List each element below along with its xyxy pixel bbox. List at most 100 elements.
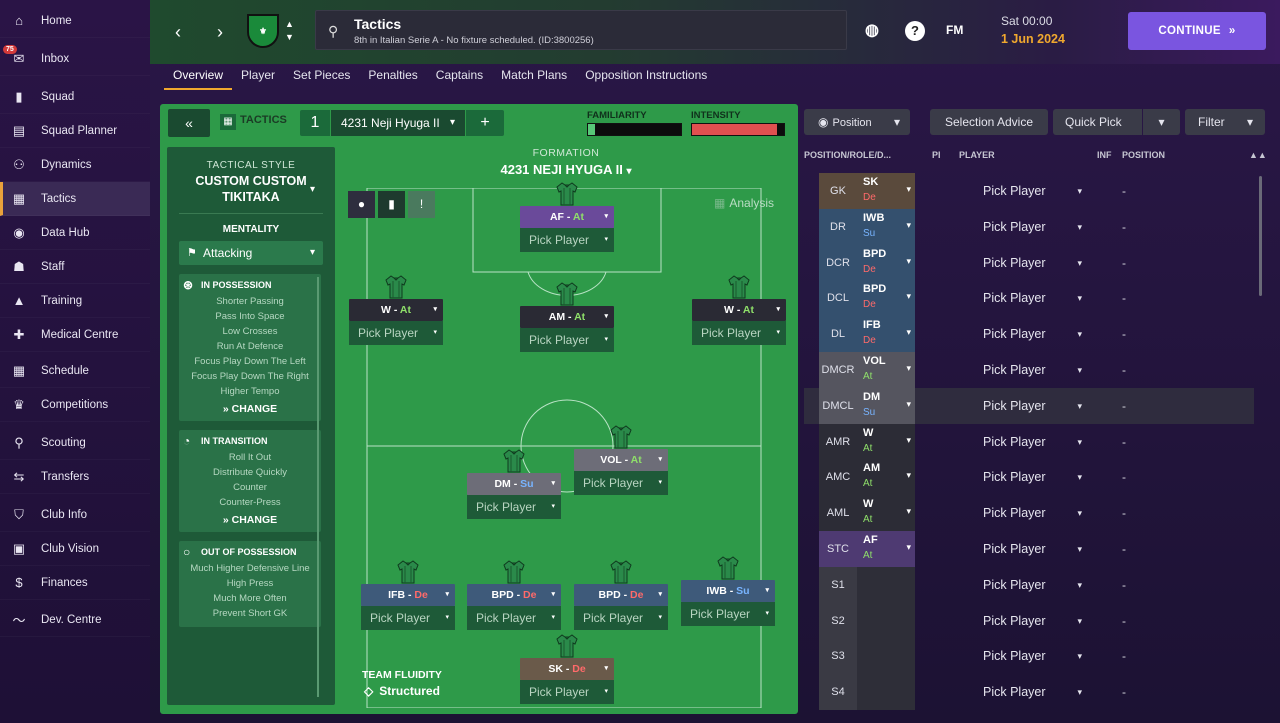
role-duty-select[interactable]: DM Su ▾ [857, 387, 915, 424]
player-slot[interactable]: AF - At ▾ Pick Player ▾ [520, 182, 614, 252]
pick-player-select[interactable]: Pick Player ▾ [574, 471, 668, 495]
table-row[interactable]: DR IWB Su ▾ Pick Player ▾ - [804, 208, 1254, 245]
quick-pick-menu-icon[interactable]: ▾ [1143, 109, 1180, 135]
forward-arrow-icon[interactable]: › [210, 20, 230, 44]
pick-player-select[interactable]: Pick Player ▾ [467, 495, 561, 519]
sidebar-item-data-hub[interactable]: ◉ Data Hub [0, 216, 150, 250]
player-slot[interactable]: IFB - De ▾ Pick Player ▾ [361, 560, 455, 630]
sidebar-item-transfers[interactable]: ⇆ Transfers [0, 460, 150, 494]
table-row[interactable]: DL IFB De ▾ Pick Player ▾ - [804, 316, 1254, 353]
pick-player-select[interactable]: Pick Player ▾ [983, 209, 1088, 245]
table-row[interactable]: DCR BPD De ▾ Pick Player ▾ - [804, 244, 1254, 281]
role-duty-select[interactable]: DM - Su ▾ [467, 473, 561, 495]
pick-player-select[interactable]: Pick Player ▾ [467, 606, 561, 630]
role-duty-select[interactable]: AM - At ▾ [520, 306, 614, 328]
pick-player-select[interactable]: Pick Player ▾ [692, 321, 786, 345]
pick-player-select[interactable]: Pick Player ▾ [983, 245, 1088, 281]
role-duty-select[interactable]: AF At ▾ [857, 531, 915, 567]
player-slot[interactable]: SK - De ▾ Pick Player ▾ [520, 634, 614, 704]
club-crest-icon[interactable]: ⚜ [247, 14, 279, 48]
continue-button[interactable]: CONTINUE » [1128, 12, 1266, 50]
pick-player-select[interactable]: Pick Player ▾ [520, 680, 614, 704]
list-scrollbar[interactable] [1259, 176, 1262, 296]
pick-player-select[interactable]: Pick Player ▾ [983, 352, 1088, 388]
sidebar-item-medical-centre[interactable]: ✚ Medical Centre [0, 318, 150, 352]
role-duty-select[interactable]: VOL At ▾ [857, 352, 915, 388]
player-slot[interactable]: IWB - Su ▾ Pick Player ▾ [681, 556, 775, 626]
table-row[interactable]: STC AF At ▾ Pick Player ▾ - [804, 531, 1254, 567]
help-icon[interactable]: ? [905, 21, 925, 41]
selection-advice-button[interactable]: Selection Advice [930, 109, 1048, 135]
role-duty-select[interactable]: BPD - De ▾ [574, 584, 668, 606]
role-duty-select[interactable]: VOL - At ▾ [574, 449, 668, 471]
sidebar-item-tactics[interactable]: ▦ Tactics [0, 182, 150, 216]
role-duty-select[interactable]: W At ▾ [857, 423, 915, 460]
sidebar-item-club-info[interactable]: ⛉ Club Info [0, 498, 150, 532]
role-duty-select[interactable]: W - At ▾ [692, 299, 786, 321]
sidebar-item-squad[interactable]: ▮ Squad [0, 80, 150, 114]
pick-player-select[interactable]: Pick Player ▾ [574, 606, 668, 630]
player-slot[interactable]: VOL - At ▾ Pick Player ▾ [574, 425, 668, 495]
table-row[interactable]: GK SK De ▾ Pick Player ▾ - [804, 173, 1254, 209]
chevron-down-icon[interactable]: ▾ [310, 184, 315, 195]
back-arrow-icon[interactable]: ‹ [168, 20, 188, 44]
bar-chart-icon[interactable]: ▮ [378, 191, 405, 218]
tab-overview[interactable]: Overview [164, 64, 233, 90]
player-slot[interactable]: W - At ▾ Pick Player ▾ [349, 275, 443, 345]
style-scrollbar[interactable] [317, 277, 319, 697]
sidebar-item-club-vision[interactable]: ▣ Club Vision [0, 532, 150, 566]
role-duty-select[interactable]: SK - De ▾ [520, 658, 614, 680]
pick-player-select[interactable]: Pick Player ▾ [983, 495, 1088, 531]
pick-player-select[interactable]: Pick Player ▾ [983, 173, 1088, 209]
role-duty-select[interactable]: BPD De ▾ [857, 280, 915, 317]
role-duty-select[interactable]: SK De ▾ [857, 173, 915, 209]
table-row[interactable]: DCL BPD De ▾ Pick Player ▾ - [804, 280, 1254, 317]
role-duty-select[interactable]: AF - At ▾ [520, 206, 614, 228]
pick-player-select[interactable]: Pick Player ▾ [681, 602, 775, 626]
date-display[interactable]: Sat 00:00 1 Jun 2024 [985, 12, 1115, 52]
role-duty-select[interactable]: IFB De ▾ [857, 316, 915, 353]
pick-player-select[interactable]: Pick Player ▾ [983, 531, 1088, 567]
add-tactic-button[interactable]: + [466, 110, 504, 136]
player-slot[interactable]: AM - At ▾ Pick Player ▾ [520, 282, 614, 352]
change-in-possession-button[interactable]: » CHANGE [179, 403, 321, 415]
player-slot[interactable]: BPD - De ▾ Pick Player ▾ [574, 560, 668, 630]
table-row[interactable]: AMR W At ▾ Pick Player ▾ - [804, 423, 1254, 460]
table-row[interactable]: S4 Pick Player ▾ - [804, 674, 1254, 711]
role-duty-select[interactable]: W At ▾ [857, 495, 915, 532]
col-position[interactable]: POSITION [1122, 150, 1165, 160]
tab-opposition-instructions[interactable]: Opposition Instructions [576, 64, 716, 90]
formation-name[interactable]: 4231 NEJI HYUGA II ▾ [338, 162, 794, 177]
col-position-role[interactable]: POSITION/ROLE/D... [804, 150, 891, 160]
table-row[interactable]: S1 Pick Player ▾ - [804, 566, 1254, 603]
pick-player-select[interactable]: Pick Player ▾ [520, 228, 614, 252]
pick-player-select[interactable]: Pick Player ▾ [983, 567, 1088, 603]
pick-player-select[interactable]: Pick Player ▾ [983, 316, 1088, 352]
info-icon[interactable]: ● [348, 191, 375, 218]
role-duty-select[interactable]: BPD - De ▾ [467, 584, 561, 606]
filter-button[interactable]: Filter ▾ [1185, 109, 1265, 135]
club-switch-icon[interactable]: ▲ ▼ [285, 18, 294, 44]
sidebar-item-dev-centre[interactable]: 〜 Dev. Centre [0, 603, 150, 637]
sidebar-item-home[interactable]: ⌂ Home [0, 4, 150, 38]
analysis-button[interactable]: ▦ Analysis [714, 196, 774, 210]
quick-pick-button[interactable]: Quick Pick [1053, 109, 1142, 135]
role-duty-select[interactable]: IWB Su ▾ [857, 208, 915, 245]
sidebar-item-inbox[interactable]: ✉ Inbox 75 [0, 42, 150, 76]
pick-player-select[interactable]: Pick Player ▾ [520, 328, 614, 352]
sidebar-item-staff[interactable]: ☗ Staff [0, 250, 150, 284]
collapse-icon[interactable]: « [168, 109, 210, 137]
tab-captains[interactable]: Captains [427, 64, 492, 90]
sidebar-item-schedule[interactable]: ▦ Schedule [0, 354, 150, 388]
pick-player-select[interactable]: Pick Player ▾ [361, 606, 455, 630]
col-inf[interactable]: INF [1097, 150, 1112, 160]
tab-penalties[interactable]: Penalties [359, 64, 426, 90]
mentality-select[interactable]: ⚑ Attacking ▾ [179, 241, 323, 265]
position-view-button[interactable]: ◉ Position ▾ [804, 109, 910, 135]
intensity-meter[interactable] [691, 123, 785, 136]
table-row[interactable]: S3 Pick Player ▾ - [804, 638, 1254, 675]
pick-player-select[interactable]: Pick Player ▾ [983, 424, 1088, 460]
familiarity-meter[interactable] [587, 123, 682, 136]
change-in-transition-button[interactable]: » CHANGE [179, 514, 321, 526]
sidebar-item-dynamics[interactable]: ⚇ Dynamics [0, 148, 150, 182]
